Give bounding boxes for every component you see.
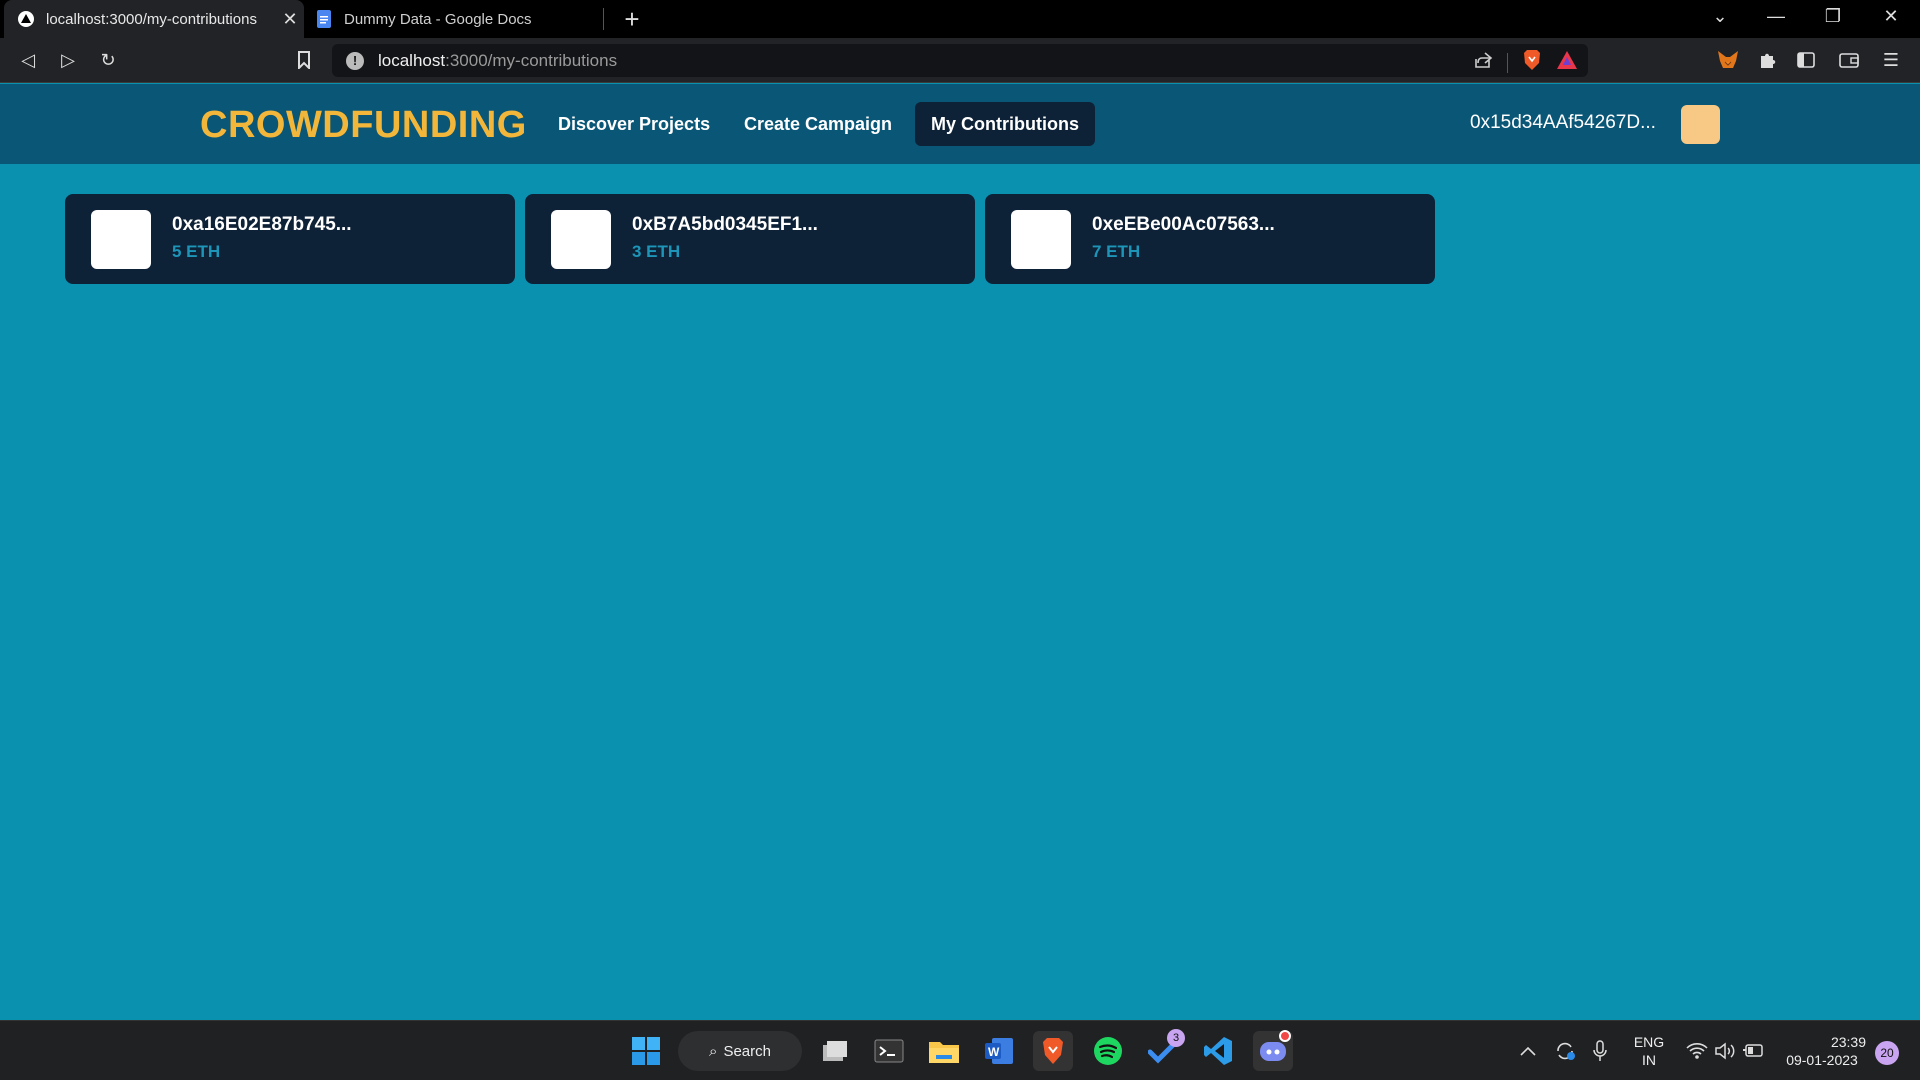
language-code: ENG bbox=[1633, 1034, 1665, 1050]
terminal-icon[interactable] bbox=[869, 1031, 909, 1071]
campaign-thumbnail bbox=[551, 210, 611, 269]
sync-icon[interactable] bbox=[1552, 1031, 1578, 1071]
metamask-fox-icon[interactable] bbox=[1714, 46, 1742, 74]
nav-my-contributions[interactable]: My Contributions bbox=[915, 102, 1095, 146]
app-header: CROWDFUNDING Discover Projects Create Ca… bbox=[0, 84, 1920, 164]
tab-google-docs[interactable]: Dummy Data - Google Docs bbox=[312, 0, 602, 38]
avatar[interactable] bbox=[1681, 105, 1720, 144]
forward-icon[interactable]: ▷ bbox=[54, 46, 82, 74]
brave-rewards-icon[interactable] bbox=[1556, 50, 1578, 75]
task-view-icon[interactable] bbox=[815, 1031, 855, 1071]
sidebar-toggle-icon[interactable] bbox=[1792, 46, 1820, 74]
language-indicator[interactable]: ENG IN bbox=[1626, 1033, 1672, 1069]
todo-badge: 3 bbox=[1167, 1029, 1185, 1047]
back-icon[interactable]: ◁ bbox=[14, 46, 42, 74]
campaign-address: 0xa16E02E87b745... bbox=[172, 214, 352, 235]
vscode-icon[interactable] bbox=[1198, 1031, 1238, 1071]
clock-date: 09-01-2023 bbox=[1786, 1052, 1858, 1068]
url-host: localhost bbox=[378, 50, 446, 70]
share-icon[interactable] bbox=[1473, 51, 1493, 74]
brave-shields-icon[interactable] bbox=[1522, 49, 1542, 76]
contribution-amount: 3 ETH bbox=[632, 242, 681, 261]
windows-taskbar: ⌕ Search W 3 ENG IN 23:39 09-01-2023 20 bbox=[0, 1020, 1920, 1080]
brave-browser-icon[interactable] bbox=[1033, 1031, 1073, 1071]
notification-count-badge[interactable]: 20 bbox=[1875, 1041, 1899, 1065]
search-label: Search bbox=[723, 1042, 771, 1060]
new-tab-button[interactable]: + bbox=[620, 4, 644, 35]
site-info-icon[interactable]: ! bbox=[346, 51, 364, 70]
google-docs-icon bbox=[316, 10, 332, 28]
clock[interactable]: 23:39 09-01-2023 bbox=[1778, 1033, 1866, 1069]
windows-start-icon[interactable] bbox=[626, 1031, 666, 1071]
url-path: :3000/my-contributions bbox=[445, 50, 618, 70]
tab-title: Dummy Data - Google Docs bbox=[344, 10, 532, 28]
svg-text:W: W bbox=[988, 1045, 1000, 1059]
minimize-icon[interactable]: — bbox=[1761, 6, 1791, 27]
brand-logo[interactable]: CROWDFUNDING bbox=[200, 104, 527, 147]
contribution-card[interactable]: 0xeEBe00Ac07563... 7 ETH bbox=[985, 194, 1435, 284]
contribution-amount: 5 ETH bbox=[172, 242, 221, 261]
wifi-icon[interactable] bbox=[1684, 1031, 1710, 1071]
bookmark-icon[interactable] bbox=[290, 46, 318, 74]
address-bar[interactable]: ! localhost:3000/my-contributions bbox=[332, 44, 1588, 77]
spotify-icon[interactable] bbox=[1088, 1031, 1128, 1071]
extensions-puzzle-icon[interactable] bbox=[1754, 46, 1782, 74]
browser-toolbar: ◁ ▷ ↻ ! localhost:3000/my-contributions bbox=[0, 38, 1920, 83]
tab-title: localhost:3000/my-contributions bbox=[46, 10, 257, 28]
battery-icon[interactable] bbox=[1740, 1031, 1766, 1071]
chevron-up-icon[interactable] bbox=[1516, 1031, 1540, 1071]
word-icon[interactable]: W bbox=[979, 1031, 1019, 1071]
discord-notification-dot bbox=[1279, 1030, 1291, 1042]
region-code: IN bbox=[1642, 1052, 1656, 1068]
tab-search-chevron-icon[interactable]: ⌄ bbox=[1705, 6, 1735, 27]
wallet-address: 0x15d34AAf54267D... bbox=[1470, 112, 1656, 133]
tab-divider bbox=[603, 8, 604, 30]
close-tab-icon[interactable]: ✕ bbox=[276, 9, 304, 30]
campaign-thumbnail bbox=[1011, 210, 1071, 269]
triangle-favicon-icon bbox=[18, 11, 34, 27]
browser-tab-bar: localhost:3000/my-contributions ✕ Dummy … bbox=[0, 0, 1920, 38]
tab-my-contributions[interactable]: localhost:3000/my-contributions ✕ bbox=[4, 0, 304, 38]
clock-time: 23:39 bbox=[1830, 1034, 1866, 1050]
contribution-card[interactable]: 0xB7A5bd0345EF1... 3 ETH bbox=[525, 194, 975, 284]
reload-icon[interactable]: ↻ bbox=[94, 46, 122, 74]
volume-icon[interactable] bbox=[1712, 1031, 1738, 1071]
restore-icon[interactable]: ❐ bbox=[1818, 6, 1848, 27]
taskbar-search-button[interactable]: ⌕ Search bbox=[678, 1031, 802, 1071]
wallet-icon[interactable] bbox=[1835, 46, 1863, 74]
close-window-icon[interactable]: ✕ bbox=[1876, 6, 1906, 27]
file-explorer-icon[interactable] bbox=[924, 1031, 964, 1071]
microphone-icon[interactable] bbox=[1588, 1031, 1612, 1071]
campaign-address: 0xB7A5bd0345EF1... bbox=[632, 214, 818, 235]
search-icon: ⌕ bbox=[709, 1042, 718, 1060]
campaign-address: 0xeEBe00Ac07563... bbox=[1092, 214, 1275, 235]
campaign-thumbnail bbox=[91, 210, 151, 269]
contribution-card[interactable]: 0xa16E02E87b745... 5 ETH bbox=[65, 194, 515, 284]
nav-create-campaign[interactable]: Create Campaign bbox=[728, 102, 908, 146]
contribution-amount: 7 ETH bbox=[1092, 242, 1141, 261]
divider bbox=[1507, 52, 1508, 73]
nav-discover-projects[interactable]: Discover Projects bbox=[542, 102, 726, 146]
menu-hamburger-icon[interactable]: ☰ bbox=[1877, 46, 1905, 74]
